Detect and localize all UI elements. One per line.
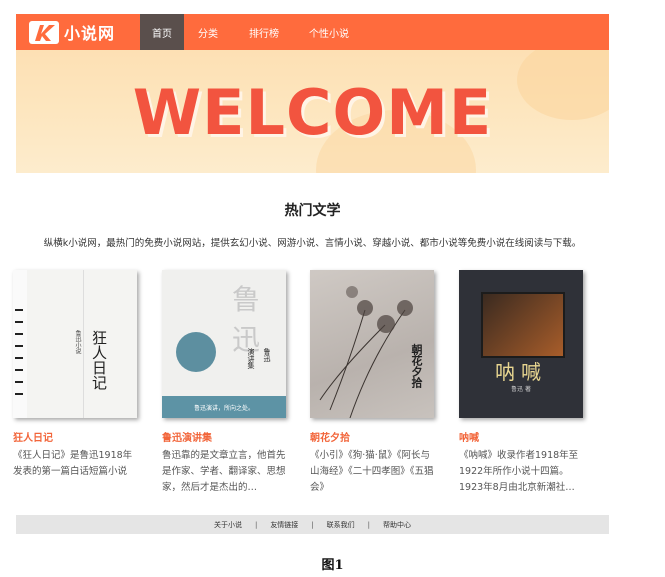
intro-text: 纵横k小说网，最热门的免费小说网站，提供玄幻小说、网游小说、言情小说、穿越小说、… (43, 238, 582, 249)
book-title[interactable]: 鲁迅演讲集 (162, 429, 286, 444)
cover-slogan: 鲁迅演讲，所向之处。 (162, 396, 286, 418)
nav-item-personal[interactable]: 个性小说 (296, 14, 362, 50)
book-card[interactable]: 鲁迅 演讲集 鲁迅 鲁迅演讲，所向之处。 鲁迅演讲集 鲁迅靠的是文章立言，他首先… (162, 270, 286, 496)
book-cover[interactable]: 呐喊 鲁迅 著 (459, 270, 583, 418)
cover-title: 呐喊 (495, 360, 547, 384)
cover-big-text: 鲁迅 (232, 283, 261, 356)
cover-line (83, 270, 84, 418)
section-title: 热门文学 (284, 203, 341, 219)
book-title[interactable]: 朝花夕拾 (310, 429, 434, 444)
cover-title: 朝花夕拾 (410, 344, 423, 388)
book-card[interactable]: 呐喊 鲁迅 著 呐喊 《呐喊》收录作者1918年至1922年所作小说十四篇。19… (459, 270, 583, 496)
cover-binding-decoration (15, 309, 23, 395)
book-title[interactable]: 狂人日记 (13, 429, 137, 444)
nav-item-ranking[interactable]: 排行榜 (232, 14, 296, 50)
k-logo-icon (29, 21, 59, 44)
footer-link-friends[interactable]: 友情链接 (257, 520, 311, 530)
book-cover[interactable]: 朝花夕拾 (310, 270, 434, 418)
logo-text: 小说网 (64, 24, 116, 43)
banner-text: WELCOME (132, 76, 493, 149)
nav-item-home[interactable]: 首页 (140, 14, 184, 50)
cover-portrait (176, 332, 216, 372)
book-description: 《小引》《狗·猫·鼠》《阿长与山海经》《二十四孝图》《五猖会》 (310, 450, 434, 493)
cover-author: 鲁迅小说 (74, 330, 81, 354)
cover-author: 鲁迅 (263, 348, 271, 362)
logo[interactable]: 小说网 (16, 14, 140, 50)
cover-portrait (481, 292, 565, 358)
top-nav: 小说网 首页 分类 排行榜 个性小说 (16, 14, 609, 50)
footer-link-contact[interactable]: 联系我们 (314, 520, 368, 530)
book-card[interactable]: 鲁迅小说 狂人日记 狂人日记 《狂人日记》是鲁迅1918年发表的第一篇白话短篇小… (13, 270, 137, 480)
page-container: 小说网 首页 分类 排行榜 个性小说 WELCOME 热门文学 纵横k小说网，最… (16, 14, 609, 249)
book-description: 《狂人日记》是鲁迅1918年发表的第一篇白话短篇小说 (13, 450, 133, 477)
figure-caption: 图1 (321, 558, 344, 573)
nav-item-category[interactable]: 分类 (184, 14, 232, 50)
cover-title: 演讲集 (247, 348, 255, 369)
welcome-banner[interactable]: WELCOME (16, 50, 609, 173)
book-card[interactable]: 朝花夕拾 朝花夕拾 《小引》《狗·猫·鼠》《阿长与山海经》《二十四孝图》《五猖会… (310, 270, 434, 496)
book-cover[interactable]: 鲁迅 演讲集 鲁迅 鲁迅演讲，所向之处。 (162, 270, 286, 418)
book-description: 鲁迅靠的是文章立言，他首先是作家、学者、翻译家、思想家，然后才是杰出的… (162, 450, 286, 493)
cover-title: 狂人日记 (90, 330, 108, 390)
cover-author: 鲁迅 著 (511, 386, 531, 393)
book-title[interactable]: 呐喊 (459, 429, 583, 444)
book-cover[interactable]: 鲁迅小说 狂人日记 (13, 270, 137, 418)
book-description: 《呐喊》收录作者1918年至1922年所作小说十四篇。1923年8月由北京新潮社… (459, 450, 579, 493)
footer-link-help[interactable]: 帮助中心 (370, 520, 424, 530)
footer: 关于小说 | 友情链接 | 联系我们 | 帮助中心 (16, 515, 609, 534)
footer-link-about[interactable]: 关于小说 (201, 520, 255, 530)
